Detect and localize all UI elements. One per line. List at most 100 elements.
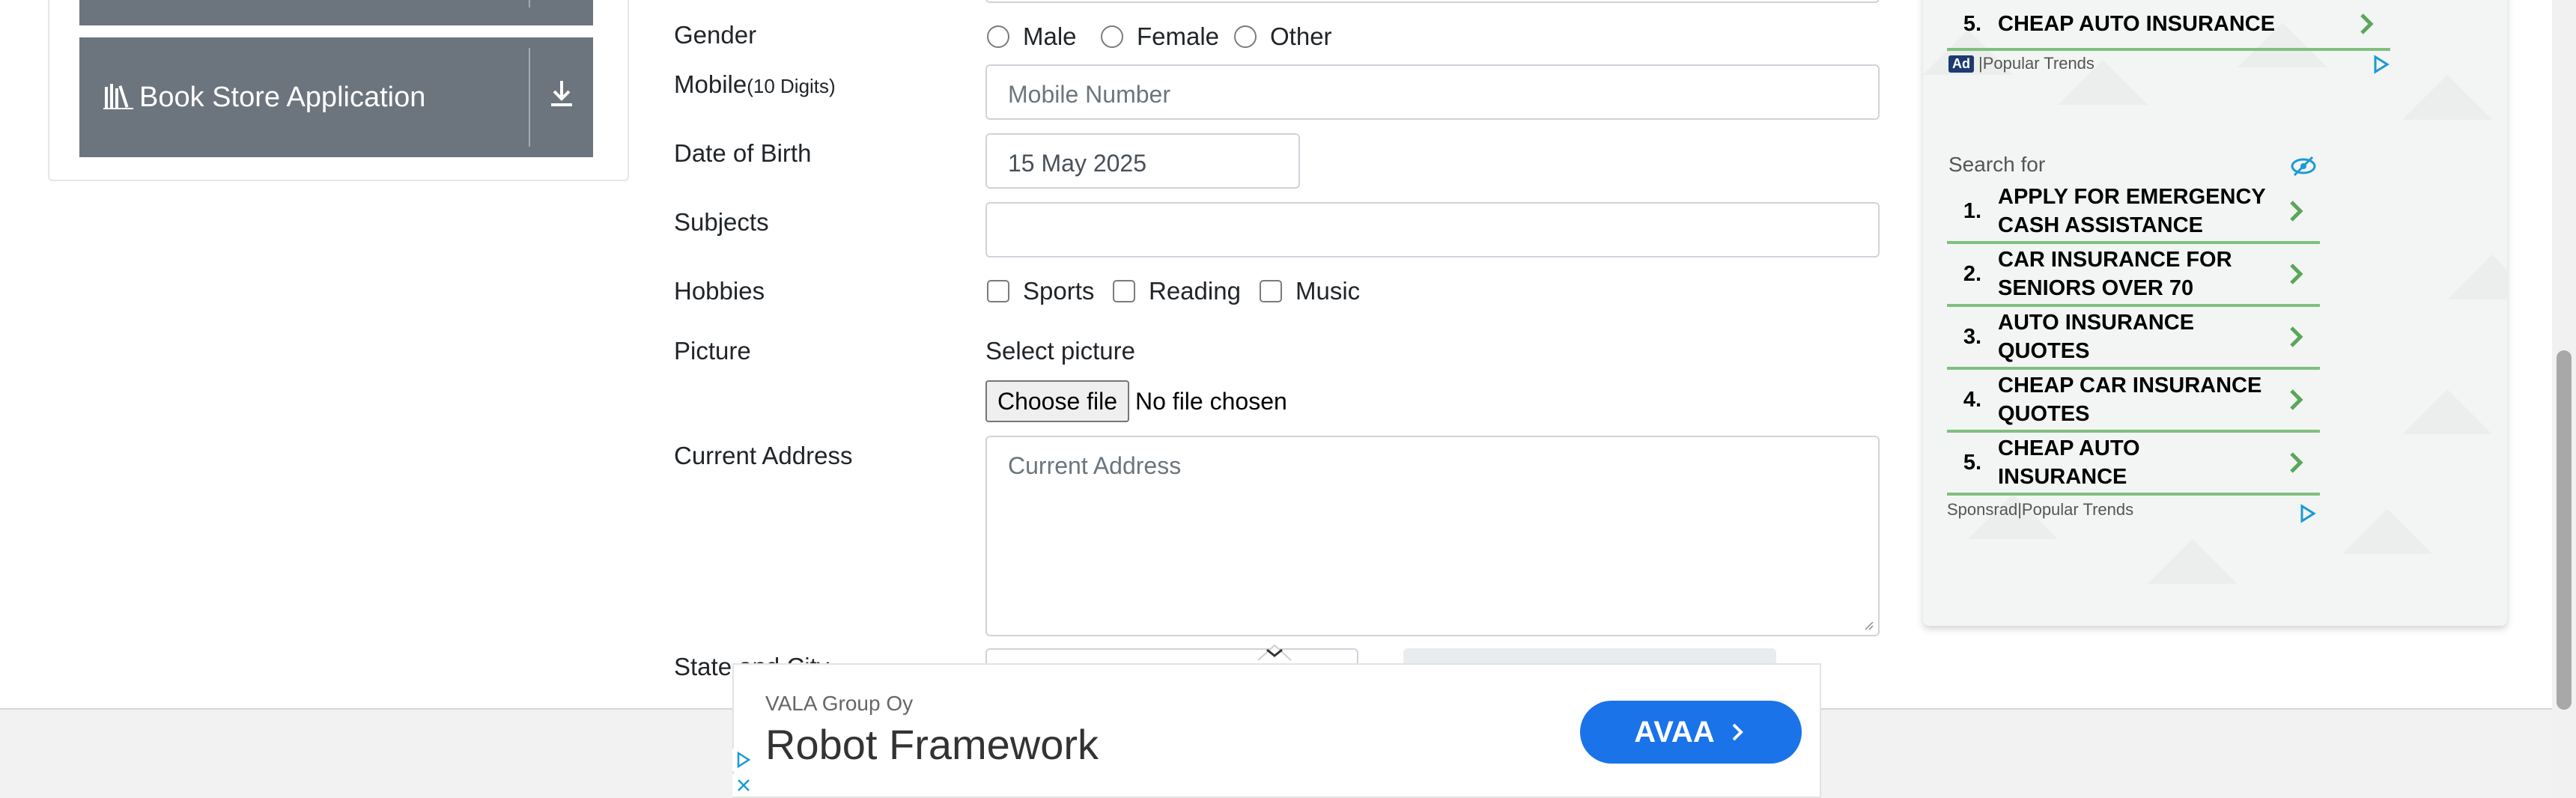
ad-open-button[interactable]: AVAA (1580, 701, 1802, 764)
ad-item-text: CHEAP AUTO INSURANCE (1998, 12, 2276, 36)
mobile-label: Mobile(10 Digits) (674, 70, 836, 99)
ad-item-text: APPLY FOR EMERGENCY CASH ASSISTANCE (1998, 183, 2281, 240)
radio-button[interactable] (987, 25, 1009, 48)
bottom-anchor-ad[interactable]: VALA Group Oy Robot Framework AVAA (732, 663, 1821, 798)
checkbox[interactable] (1260, 280, 1282, 302)
ad-footer-source: Popular Trends (1982, 54, 2094, 73)
date-of-birth-value: 15 May 2025 (1008, 150, 1147, 177)
chevron-right-icon (2290, 326, 2303, 347)
resize-grip-icon[interactable] (1862, 618, 1874, 630)
page-scrollbar-thumb[interactable] (2557, 350, 2572, 710)
checkbox[interactable] (1113, 280, 1135, 302)
mobile-label-text: Mobile (674, 70, 747, 98)
ad-item-text: AUTO INSURANCE QUOTES (1998, 308, 2281, 365)
current-address-placeholder: Current Address (1008, 452, 1182, 479)
ad-headline: Robot Framework (765, 721, 1099, 768)
hobby-option-sports[interactable]: Sports (987, 277, 1094, 305)
previous-field-edge[interactable] (985, 0, 1880, 3)
date-of-birth-input[interactable]: 15 May 2025 (985, 133, 1300, 189)
ad-item-number: 4. (1963, 387, 1982, 412)
sidebar-group-separator (529, 48, 530, 147)
chevron-right-icon (1732, 723, 1743, 741)
date-of-birth-label: Date of Birth (674, 139, 812, 167)
mobile-input-placeholder: Mobile Number (1008, 81, 1170, 108)
file-status-text: No file chosen (1135, 388, 1287, 415)
gender-option-label: Male (1023, 22, 1077, 50)
ad-item-line: QUOTES (1998, 339, 2090, 363)
chevron-right-icon (2290, 389, 2303, 410)
ad-item-number: 5. (1963, 11, 1982, 36)
mobile-input[interactable]: Mobile Number (985, 64, 1880, 120)
ad-item-number: 3. (1963, 324, 1982, 349)
download-icon[interactable] (541, 72, 583, 114)
ad-item-line: QUOTES (1998, 402, 2090, 426)
close-ad-icon[interactable] (732, 774, 755, 797)
ad-link-item[interactable]: 1. APPLY FOR EMERGENCY CASH ASSISTANCE (1947, 181, 2320, 244)
ad-item-text: CHEAP CAR INSURANCE QUOTES (1998, 371, 2281, 428)
gender-option-female[interactable]: Female (1101, 22, 1219, 51)
ad-item-line: CHEAP CAR INSURANCE (1998, 374, 2262, 398)
radio-button[interactable] (1234, 25, 1257, 48)
ad-item-line: INSURANCE (1998, 465, 2127, 489)
sidebar-group-label: Book Store Application (139, 81, 426, 113)
adchoices-icon[interactable] (2297, 503, 2318, 524)
sidebar-group-book-store[interactable]: Book Store Application (79, 37, 593, 157)
ad-link-item[interactable]: 5. CHEAP AUTO INSURANCE (1947, 433, 2320, 496)
hobby-option-label: Music (1295, 277, 1361, 305)
ad-item-number: 2. (1963, 261, 1982, 286)
ad-item-text: CHEAP AUTO INSURANCE (1998, 434, 2281, 491)
gender-option-label: Other (1270, 22, 1332, 50)
ad-link-item[interactable]: 5. CHEAP AUTO INSURANCE (1947, 0, 2390, 51)
sidebar-group-previous[interactable] (79, 0, 593, 25)
subjects-label: Subjects (674, 208, 769, 236)
gender-option-label: Female (1137, 22, 1220, 50)
ad-item-line: CASH ASSISTANCE (1998, 213, 2203, 237)
hide-ad-eye-icon[interactable] (2290, 156, 2317, 177)
ad-item-line: AUTO INSURANCE (1998, 311, 2195, 335)
hobby-option-music[interactable]: Music (1260, 277, 1360, 305)
hobby-option-label: Reading (1149, 277, 1241, 305)
ad-item-line: SENIORS OVER 70 (1998, 276, 2194, 300)
current-address-textarea[interactable]: Current Address (985, 436, 1880, 636)
ad-item-line: CAR INSURANCE FOR (1998, 248, 2232, 272)
collapse-ad-chevron-icon[interactable] (1255, 642, 1294, 663)
ad-item-line: APPLY FOR EMERGENCY (1998, 185, 2266, 209)
chevron-right-icon (2360, 13, 2374, 34)
ad-item-number: 5. (1963, 450, 1982, 475)
hobby-option-label: Sports (1023, 277, 1095, 305)
ad-footer-bottom: Sponsrad | Popular Trends (1947, 500, 2133, 520)
ad-item-number: 1. (1963, 198, 1982, 223)
subjects-input[interactable] (985, 202, 1880, 258)
chevron-right-icon (2290, 452, 2303, 473)
book-library-icon (103, 84, 133, 109)
gender-option-other[interactable]: Other (1234, 22, 1332, 51)
chevron-right-icon (2290, 201, 2303, 222)
hobby-option-reading[interactable]: Reading (1113, 277, 1241, 305)
picture-label: Picture (674, 337, 751, 365)
chevron-right-icon (2290, 264, 2303, 284)
ad-footer-top: Ad | Popular Trends (1948, 54, 2094, 73)
mobile-label-hint: (10 Digits) (747, 75, 836, 97)
gender-label: Gender (674, 21, 757, 49)
ad-open-button-label: AVAA (1634, 715, 1715, 749)
ad-link-item[interactable]: 3. AUTO INSURANCE QUOTES (1947, 307, 2320, 370)
ad-badge: Ad (1948, 55, 1974, 73)
gender-option-male[interactable]: Male (987, 22, 1077, 51)
radio-button[interactable] (1101, 25, 1123, 48)
ad-footer-source: Popular Trends (2021, 500, 2134, 519)
select-picture-label: Select picture (985, 337, 1135, 365)
hobbies-label: Hobbies (674, 277, 765, 305)
ad-item-text: CAR INSURANCE FOR SENIORS OVER 70 (1998, 246, 2281, 302)
choose-file-button[interactable]: Choose file (985, 380, 1129, 422)
checkbox[interactable] (987, 280, 1009, 302)
current-address-label: Current Address (674, 442, 853, 469)
ad-search-for-label: Search for (1948, 153, 2046, 176)
ad-sponsored-label: Sponsrad (1947, 500, 2018, 519)
sidebar-group-separator (529, 0, 530, 7)
ad-advertiser-name: VALA Group Oy (765, 692, 914, 715)
ad-item-line: CHEAP AUTO (1998, 436, 2140, 460)
adchoices-icon[interactable] (2371, 54, 2392, 75)
ad-link-item[interactable]: 2. CAR INSURANCE FOR SENIORS OVER 70 (1947, 244, 2320, 307)
adchoices-icon[interactable] (732, 749, 755, 771)
ad-link-item[interactable]: 4. CHEAP CAR INSURANCE QUOTES (1947, 370, 2320, 433)
